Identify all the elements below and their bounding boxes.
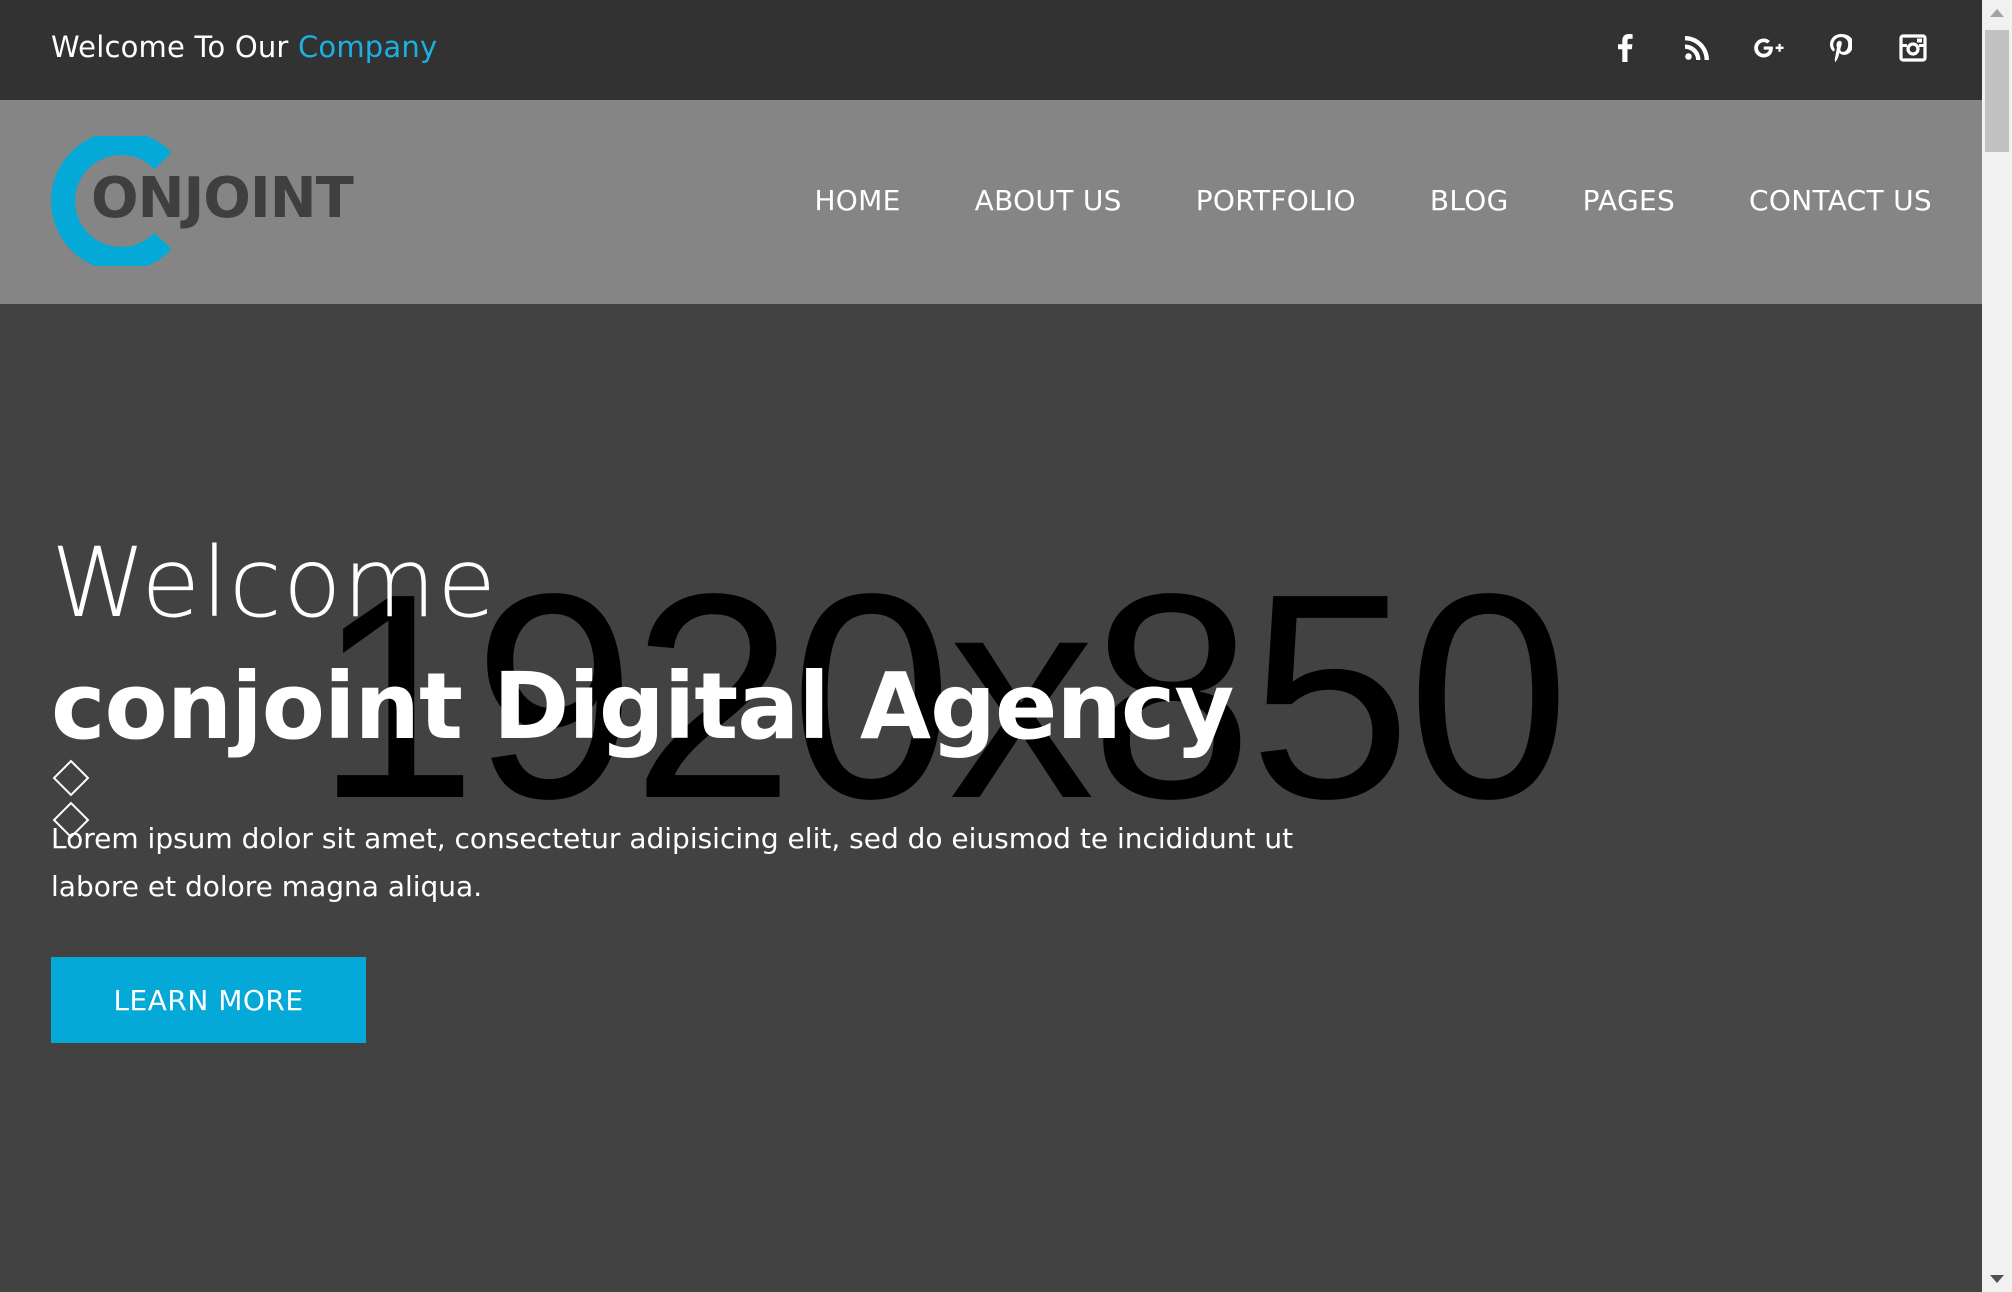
welcome-prefix: Welcome To Our: [51, 30, 298, 64]
rss-icon[interactable]: [1682, 28, 1712, 68]
top-bar: Welcome To Our Company: [0, 0, 1982, 100]
social-links: [1610, 28, 1928, 68]
nav-portfolio[interactable]: PORTFOLIO: [1196, 184, 1356, 217]
nav-home[interactable]: HOME: [814, 184, 900, 217]
welcome-text: Welcome To Our Company: [51, 30, 437, 64]
vertical-scrollbar[interactable]: [1982, 0, 2012, 1292]
welcome-accent: Company: [297, 30, 438, 64]
company-logo[interactable]: ONJOINT: [51, 136, 381, 266]
hero-slider: 1920x850 Welcome conjoint Digital Agency…: [0, 304, 1982, 1292]
nav-blog[interactable]: BLOG: [1430, 184, 1509, 217]
hero-title-line1: Welcome: [51, 527, 498, 639]
scrollbar-thumb[interactable]: [1985, 30, 2009, 152]
hero-title-line2: conjoint Digital Agency: [51, 653, 1234, 760]
facebook-icon[interactable]: [1610, 28, 1640, 68]
page: Welcome To Our Company ONJOINT HOME ABOU…: [0, 0, 1982, 1292]
nav-pages[interactable]: PAGES: [1583, 184, 1675, 217]
scroll-up-arrow-icon[interactable]: [1990, 9, 2004, 17]
nav-about-us[interactable]: ABOUT US: [975, 184, 1122, 217]
main-nav: HOME ABOUT US PORTFOLIO BLOG PAGES CONTA…: [814, 184, 1932, 217]
google-plus-icon[interactable]: [1754, 28, 1784, 68]
nav-contact-us[interactable]: CONTACT US: [1749, 184, 1932, 217]
slider-prev-icon[interactable]: [52, 759, 90, 797]
hero-description: Lorem ipsum dolor sit amet, consectetur …: [51, 822, 1294, 903]
logo-text: ONJOINT: [91, 166, 354, 231]
instagram-icon[interactable]: [1898, 28, 1928, 68]
scroll-down-arrow-icon[interactable]: [1990, 1275, 2004, 1283]
pinterest-icon[interactable]: [1826, 28, 1856, 68]
main-header: ONJOINT HOME ABOUT US PORTFOLIO BLOG PAG…: [0, 100, 1982, 304]
learn-more-button[interactable]: LEARN MORE: [51, 957, 366, 1043]
